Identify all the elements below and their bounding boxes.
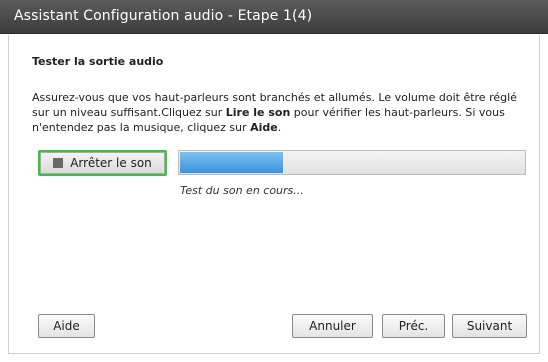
next-button[interactable]: Suivant	[452, 314, 527, 338]
instructions-text: Assurez-vous que vos haut-parleurs sont …	[32, 90, 528, 135]
next-button-label: Suivant	[466, 319, 513, 333]
section-title: Tester la sortie audio	[32, 55, 164, 68]
audio-progress-fill	[180, 152, 283, 173]
title-bar[interactable]: Assistant Configuration audio - Etape 1(…	[0, 0, 548, 34]
previous-button[interactable]: Préc.	[382, 314, 445, 338]
previous-button-label: Préc.	[398, 319, 429, 333]
audio-progress-bar	[178, 150, 526, 175]
instructions-part-3: .	[277, 121, 282, 134]
play-sound-reference: Lire le son	[225, 106, 291, 119]
help-button-label: Aide	[53, 319, 80, 333]
help-reference: Aide	[250, 121, 278, 134]
test-status-text: Test du son en cours...	[180, 184, 304, 197]
window-title: Assistant Configuration audio - Etape 1(…	[14, 8, 313, 24]
audio-setup-dialog: Assistant Configuration audio - Etape 1(…	[0, 0, 548, 362]
cancel-button-label: Annuler	[309, 319, 356, 333]
stop-icon	[53, 158, 64, 168]
stop-sound-label: Arrêter le son	[70, 156, 152, 170]
cancel-button[interactable]: Annuler	[292, 314, 373, 338]
stop-sound-button[interactable]: Arrêter le son	[38, 150, 167, 176]
help-button[interactable]: Aide	[38, 314, 95, 338]
